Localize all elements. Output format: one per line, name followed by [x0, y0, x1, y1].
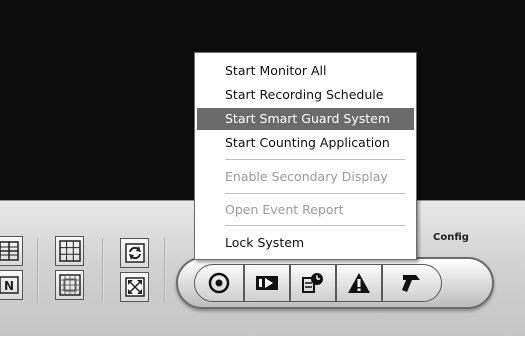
- auto-cycle-button[interactable]: [120, 238, 149, 268]
- grid-16-icon: [58, 274, 81, 296]
- fullscreen-icon: [124, 277, 145, 297]
- menu-separator: [225, 225, 405, 226]
- config-label: Config: [433, 232, 469, 243]
- menu-item-label: Enable Secondary Display: [225, 169, 388, 184]
- start-icon: [208, 272, 230, 294]
- grid-4-layout-button[interactable]: [0, 236, 23, 266]
- screen-n-button[interactable]: N: [0, 270, 23, 300]
- menu-separator: [225, 193, 405, 194]
- menu-item-open-event-report: Open Event Report: [195, 199, 416, 221]
- schedule-button[interactable]: [290, 264, 336, 302]
- menu-item-label: Start Recording Schedule: [225, 87, 384, 102]
- separator: [164, 238, 166, 302]
- config-icon: [402, 275, 420, 292]
- menu-item-start-counting-application[interactable]: Start Counting Application: [195, 132, 416, 154]
- context-menu: Start Monitor All Start Recording Schedu…: [194, 52, 417, 260]
- screen-n-icon: N: [0, 276, 19, 294]
- svg-text:N: N: [3, 279, 13, 293]
- auto-cycle-icon: [124, 243, 145, 263]
- menu-item-lock-system[interactable]: Lock System: [195, 232, 416, 254]
- alarm-icon: [348, 273, 370, 293]
- separator: [102, 238, 104, 302]
- grid-9-icon: [58, 240, 81, 262]
- alarm-button[interactable]: [336, 264, 382, 302]
- menu-item-label: Lock System: [225, 235, 305, 250]
- grid-9-layout-button[interactable]: [55, 236, 84, 266]
- menu-item-enable-secondary-display: Enable Secondary Display: [195, 166, 416, 188]
- menu-item-start-monitor-all[interactable]: Start Monitor All: [195, 60, 416, 82]
- menu-separator: [225, 159, 405, 160]
- menu-item-start-smart-guard-system[interactable]: Start Smart Guard System: [197, 108, 414, 130]
- separator: [37, 238, 39, 302]
- schedule-icon: [302, 273, 323, 293]
- grid-16-layout-button[interactable]: [55, 270, 84, 300]
- fullscreen-button[interactable]: [120, 272, 149, 302]
- menu-item-label: Start Smart Guard System: [225, 111, 391, 126]
- menu-item-label: Start Monitor All: [225, 63, 327, 78]
- bottom-margin: [0, 336, 525, 349]
- grid-4-icon: [0, 241, 19, 261]
- playback-icon: [256, 276, 278, 290]
- playback-button[interactable]: [244, 264, 290, 302]
- config-button[interactable]: [382, 264, 442, 302]
- menu-item-label: Open Event Report: [225, 202, 344, 217]
- start-button[interactable]: [194, 264, 244, 302]
- menu-item-start-recording-schedule[interactable]: Start Recording Schedule: [195, 84, 416, 106]
- menu-item-label: Start Counting Application: [225, 135, 390, 150]
